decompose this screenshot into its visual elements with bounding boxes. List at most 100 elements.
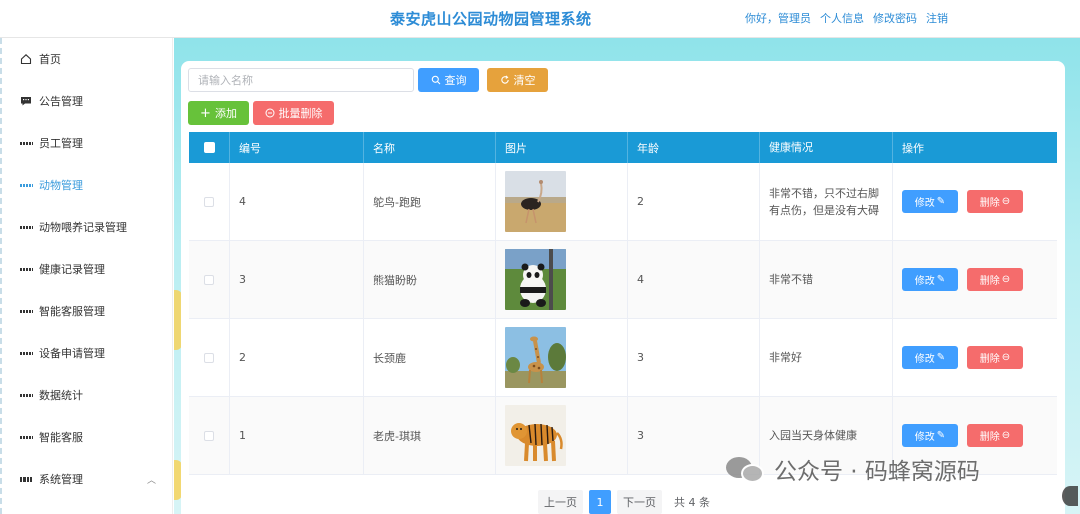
edit-icon: ✎ (936, 352, 946, 363)
query-label: 查询 (444, 74, 467, 87)
add-button[interactable]: + 添加 (188, 101, 249, 125)
ostrich-image (505, 171, 566, 232)
table-header: 编号 名称 图片 年龄 健康情况 操作 (189, 132, 1057, 163)
header-select-all[interactable] (189, 132, 230, 163)
cell-health: 非常好 (760, 319, 893, 396)
row-checkbox[interactable] (204, 196, 214, 207)
sidebar-item-home[interactable]: 首页 (2, 38, 172, 80)
plus-icon: + (200, 105, 211, 121)
add-label: 添加 (214, 107, 237, 120)
refresh-icon (500, 75, 509, 84)
sidebar-item-health[interactable]: 健康记录管理 (2, 248, 172, 290)
cell-name: 鸵鸟-跑跑 (364, 163, 496, 240)
cell-image (496, 397, 628, 474)
edit-label: 修改 (914, 354, 935, 365)
sidebar-item-label: 系统管理 (39, 473, 83, 486)
grid-icon (20, 263, 32, 275)
decoration (1062, 486, 1078, 506)
edit-button[interactable]: 修改 ✎ (902, 424, 958, 447)
page-number-current[interactable]: 1 (589, 490, 611, 514)
grid-icon (20, 221, 32, 233)
search-input[interactable] (188, 68, 414, 92)
column-header-health: 健康情况 (760, 132, 893, 163)
apps-icon (20, 473, 32, 485)
row-checkbox[interactable] (204, 352, 214, 363)
edit-label: 修改 (914, 198, 935, 209)
delete-button[interactable]: 删除 ⊖ (967, 190, 1023, 213)
edit-icon: ✎ (936, 274, 946, 285)
panda-image (505, 249, 566, 310)
sidebar-item-system[interactable]: 系统管理 ︿ (2, 458, 172, 500)
animals-table: 编号 名称 图片 年龄 健康情况 操作 4 鸵鸟-跑跑 2 非常不错，只不过右脚… (189, 132, 1057, 475)
cell-actions: 修改 ✎ 删除 ⊖ (893, 241, 1057, 318)
column-header-id: 编号 (230, 132, 364, 163)
sidebar-item-label: 员工管理 (39, 137, 83, 150)
grid-icon (20, 179, 32, 191)
sidebar-item-ai-service-admin[interactable]: 智能客服管理 (2, 290, 172, 332)
delete-button[interactable]: 删除 ⊖ (967, 424, 1023, 447)
table-row: 4 鸵鸟-跑跑 2 非常不错，只不过右脚有点伤，但是没有大碍 修改 ✎ 删除 ⊖ (189, 163, 1057, 241)
edit-button[interactable]: 修改 ✎ (902, 346, 958, 369)
cell-health: 非常不错 (760, 241, 893, 318)
minus-circle-icon: ⊖ (1001, 430, 1011, 441)
sidebar-item-label: 公告管理 (39, 95, 83, 108)
prev-page-button[interactable]: 上一页 (538, 490, 583, 514)
row-select-cell (189, 163, 230, 240)
row-select-cell (189, 319, 230, 396)
delete-label: 删除 (979, 354, 1000, 365)
sidebar-item-label: 智能客服 (39, 431, 83, 444)
clear-label: 清空 (513, 74, 536, 87)
system-title: 泰安虎山公园动物园管理系统 (390, 10, 592, 28)
column-header-name: 名称 (364, 132, 496, 163)
sidebar-item-ai-service[interactable]: 智能客服 (2, 416, 172, 458)
sidebar-item-feeding[interactable]: 动物喂养记录管理 (2, 206, 172, 248)
chevron-up-icon: ︿ (146, 475, 156, 486)
delete-label: 删除 (979, 276, 1000, 287)
sidebar-item-staff[interactable]: 员工管理 (2, 122, 172, 164)
query-button[interactable]: 查询 (418, 68, 479, 92)
sidebar-item-animals[interactable]: 动物管理 (2, 164, 172, 206)
logout-link[interactable]: 注销 (926, 10, 948, 26)
column-header-age: 年龄 (628, 132, 760, 163)
column-header-image: 图片 (496, 132, 628, 163)
sidebar-item-label: 动物喂养记录管理 (39, 221, 127, 234)
select-all-checkbox[interactable] (203, 142, 215, 153)
row-select-cell (189, 241, 230, 318)
grid-icon (20, 431, 32, 443)
cell-actions: 修改 ✎ 删除 ⊖ (893, 163, 1057, 240)
profile-link[interactable]: 个人信息 (820, 10, 864, 26)
cell-id: 4 (230, 163, 364, 240)
edit-button[interactable]: 修改 ✎ (902, 268, 958, 291)
message-icon (20, 95, 32, 107)
table-row: 2 长颈鹿 3 非常好 修改 ✎ 删除 ⊖ (189, 319, 1057, 397)
column-header-actions: 操作 (902, 141, 924, 155)
sidebar-item-statistics[interactable]: 数据统计 (2, 374, 172, 416)
clear-button[interactable]: 清空 (487, 68, 548, 92)
sidebar-item-notices[interactable]: 公告管理 (2, 80, 172, 122)
cell-health: 非常不错，只不过右脚有点伤，但是没有大碍 (760, 163, 893, 241)
delete-button[interactable]: 删除 ⊖ (967, 346, 1023, 369)
edit-button[interactable]: 修改 ✎ (902, 190, 958, 213)
giraffe-image (505, 327, 566, 388)
header-links: 你好，管理员 个人信息 修改密码 注销 (745, 10, 948, 26)
search-icon (431, 75, 440, 85)
cell-image (496, 241, 628, 318)
sidebar-item-label: 智能客服管理 (39, 305, 105, 318)
watermark-text: 公众号 · 码蜂窝源码 (774, 459, 980, 485)
row-checkbox[interactable] (204, 430, 214, 441)
grid-icon (20, 137, 32, 149)
sidebar-item-equipment[interactable]: 设备申请管理 (2, 332, 172, 374)
bulk-delete-button[interactable]: 批量删除 (253, 101, 334, 125)
edit-icon: ✎ (936, 196, 946, 207)
minus-circle-icon: ⊖ (1001, 196, 1011, 207)
row-checkbox[interactable] (204, 274, 214, 285)
delete-button[interactable]: 删除 ⊖ (967, 268, 1023, 291)
change-password-link[interactable]: 修改密码 (873, 10, 917, 26)
greeting-link[interactable]: 你好，管理员 (745, 10, 811, 26)
edit-icon: ✎ (936, 430, 946, 441)
row-select-cell (189, 397, 230, 474)
tiger-image (505, 405, 566, 466)
grid-icon (20, 389, 32, 401)
cell-name: 熊猫盼盼 (364, 241, 496, 318)
next-page-button[interactable]: 下一页 (617, 490, 662, 514)
